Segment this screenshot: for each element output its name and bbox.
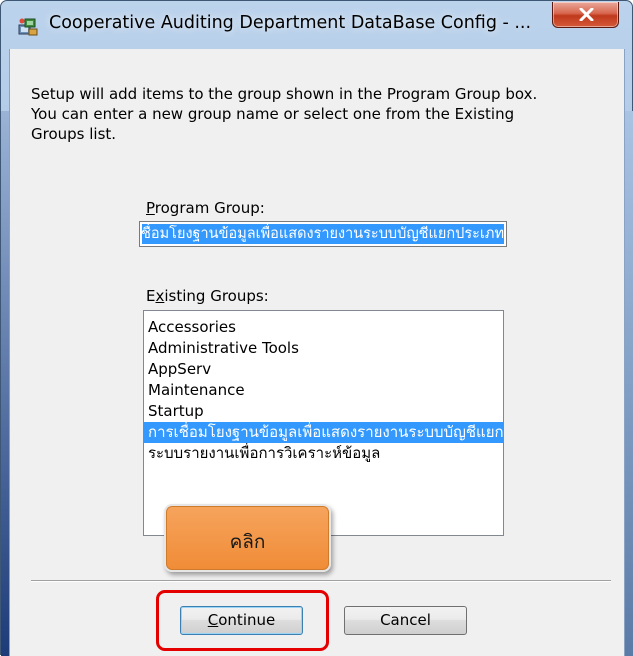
program-group-input[interactable]: การเชื่อมโยงฐานข้อมูลเพื่อแสดงรายงานระบบ… <box>139 221 507 247</box>
existing-groups-label: Existing Groups: <box>146 287 269 305</box>
close-button[interactable] <box>552 2 619 28</box>
close-x-icon <box>579 8 594 21</box>
existing-groups-list[interactable]: Accessories Administrative Tools AppServ… <box>143 310 504 536</box>
window-frame-left <box>1 111 9 656</box>
continue-highlight-annotation <box>156 590 329 651</box>
instructions-text: Setup will add items to the group shown … <box>31 84 611 144</box>
list-item[interactable]: Accessories <box>144 317 503 338</box>
instructions-line-2: You can enter a new group name or select… <box>31 105 515 123</box>
title-bar[interactable]: Cooperative Auditing Department DataBase… <box>1 1 632 49</box>
list-item[interactable]: Startup <box>144 401 503 422</box>
cancel-button[interactable]: Cancel <box>344 606 467 635</box>
setup-program-icon <box>17 16 39 38</box>
window-frame-right <box>625 111 633 656</box>
list-item[interactable]: Maintenance <box>144 380 503 401</box>
list-item[interactable]: Administrative Tools <box>144 338 503 359</box>
list-item[interactable]: ระบบรายงานเพื่อการวิเคราะห์ข้อมูล <box>144 443 503 464</box>
button-separator <box>31 580 611 582</box>
program-group-input-value: การเชื่อมโยงฐานข้อมูลเพื่อแสดงรายงานระบบ… <box>142 224 504 244</box>
instructions-line-1: Setup will add items to the group shown … <box>31 85 538 103</box>
list-item-selected[interactable]: การเชื่อมโยงฐานข้อมูลเพื่อแสดงรายงานระบบ… <box>144 422 503 443</box>
list-item[interactable]: AppServ <box>144 359 503 380</box>
program-group-label: Program Group: <box>146 199 265 217</box>
instructions-line-3: Groups list. <box>31 125 117 143</box>
window-title: Cooperative Auditing Department DataBase… <box>49 13 532 33</box>
setup-dialog-window: Cooperative Auditing Department DataBase… <box>0 0 633 656</box>
click-callout-annotation: คลิก <box>164 504 331 572</box>
callout-text: คลิก <box>229 531 266 553</box>
